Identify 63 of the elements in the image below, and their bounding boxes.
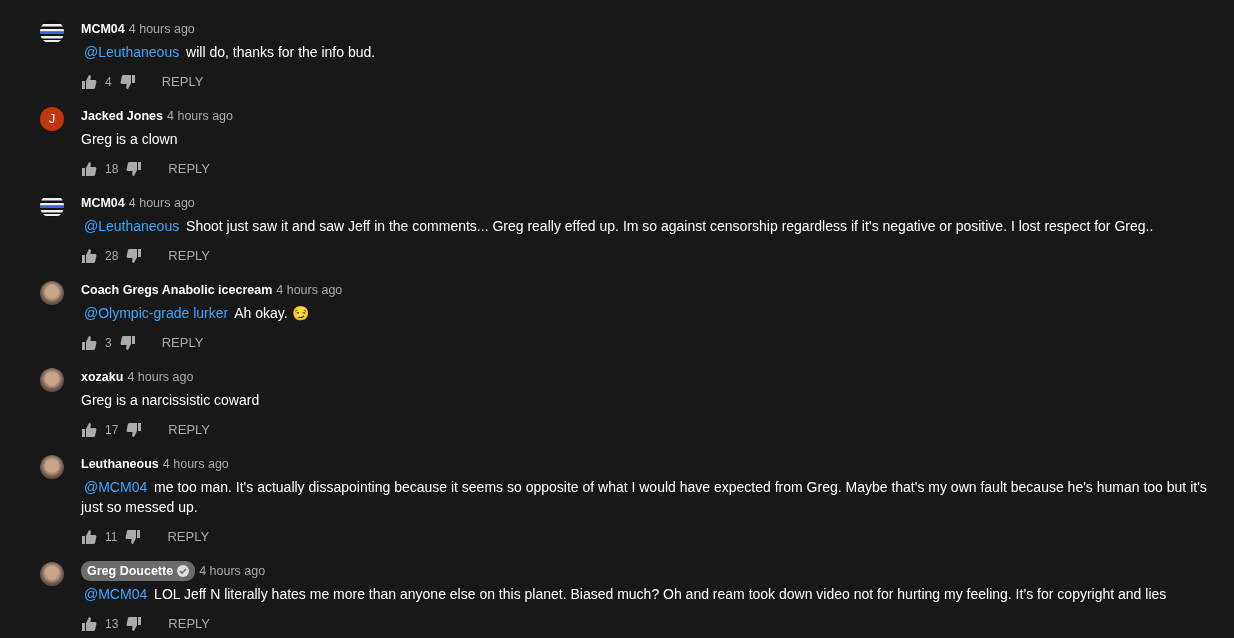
mention-link[interactable]: @MCM04 xyxy=(81,586,151,602)
thumbs-down-icon[interactable] xyxy=(126,248,143,264)
thumbs-down-icon[interactable] xyxy=(126,422,143,438)
thumbs-up-icon[interactable] xyxy=(81,616,97,632)
like-count: 11 xyxy=(105,529,118,546)
like-count: 17 xyxy=(105,422,119,439)
verified-check-icon xyxy=(177,565,190,577)
author-name[interactable]: xozaku xyxy=(81,367,124,387)
thumbs-down-icon[interactable] xyxy=(126,161,143,177)
like-count: 3 xyxy=(105,335,112,352)
reply-button[interactable]: REPLY xyxy=(153,68,212,96)
thumbs-up-icon[interactable] xyxy=(81,161,97,177)
reply-button[interactable]: REPLY xyxy=(159,523,218,551)
timestamp[interactable]: 4 hours ago xyxy=(127,367,194,387)
thumbs-up-icon[interactable] xyxy=(81,74,97,90)
thumbs-up-icon[interactable] xyxy=(81,422,97,438)
comment-text: @Olympic-grade lurker Ah okay. 😏 xyxy=(81,303,1210,323)
author-name[interactable]: Jacked Jones xyxy=(81,106,163,126)
timestamp[interactable]: 4 hours ago xyxy=(128,19,195,39)
timestamp[interactable]: 4 hours ago xyxy=(162,454,229,474)
author-name[interactable]: MCM04 xyxy=(81,19,125,39)
thumbs-down-icon[interactable] xyxy=(126,616,143,632)
reply-button[interactable]: REPLY xyxy=(160,610,219,638)
avatar-photo-placeholder[interactable] xyxy=(40,562,64,586)
striped-flag-avatar[interactable] xyxy=(40,20,64,44)
thumbs-up-icon[interactable] xyxy=(81,248,97,264)
thumbs-down-icon[interactable] xyxy=(119,74,136,90)
reply-button[interactable]: REPLY xyxy=(153,329,212,357)
avatar-photo-placeholder[interactable] xyxy=(40,368,64,392)
reply-button[interactable]: REPLY xyxy=(160,242,219,270)
channel-owner-badge[interactable]: Greg Doucette xyxy=(81,560,196,582)
mention-link[interactable]: @MCM04 xyxy=(81,479,151,495)
timestamp[interactable]: 4 hours ago xyxy=(276,280,343,300)
comment-text: @MCM04 LOL Jeff N literally hates me more than anyone else on this planet. Biased much? Oh and ream took down video not for hurting my feeling. It’s for copyright and lies xyxy=(81,584,1210,604)
comment-text: @MCM04 me too man. It's actually dissapointing because it seems so opposite of what I would have expected from Greg. Maybe that's my own fault because he's human too but it's just so messed up. xyxy=(81,478,1208,517)
reply-button[interactable]: REPLY xyxy=(160,416,219,444)
like-count: 13 xyxy=(105,616,119,633)
like-count: 18 xyxy=(105,161,119,178)
comment-text: Greg is a clown xyxy=(81,130,179,149)
author-name[interactable]: Coach Gregs Anabolic icecream xyxy=(81,280,273,300)
mention-link[interactable]: @Leuthaneous xyxy=(81,44,183,60)
mention-link[interactable]: @Olympic-grade lurker xyxy=(81,305,232,321)
like-count: 4 xyxy=(105,74,112,91)
timestamp[interactable]: 4 hours ago xyxy=(128,193,195,213)
timestamp[interactable]: 4 hours ago xyxy=(167,106,234,126)
mention-link[interactable]: @Leuthaneous xyxy=(81,218,183,234)
timestamp[interactable]: 4 hours ago xyxy=(199,561,266,581)
author-name[interactable]: MCM04 xyxy=(81,193,125,213)
avatar-photo-placeholder[interactable] xyxy=(40,281,64,305)
avatar-photo-placeholder[interactable] xyxy=(40,455,64,479)
author-name[interactable]: Leuthaneous xyxy=(81,454,159,474)
author-name[interactable]: Greg Doucette xyxy=(87,561,174,581)
thumbs-up-icon[interactable] xyxy=(81,529,97,545)
letter-avatar[interactable]: J xyxy=(40,107,64,131)
reply-button[interactable]: REPLY xyxy=(160,155,219,183)
comment-text: @Leuthaneous Shoot just saw it and saw Jeff in the comments... Greg really effed up. Im so against censorship regardless if it’s negative or positive. I lost respect for Greg.. xyxy=(81,216,1210,236)
thumbs-down-icon[interactable] xyxy=(119,335,136,351)
comment-text: Greg is a narcissistic coward xyxy=(81,391,261,410)
thumbs-up-icon[interactable] xyxy=(81,335,97,351)
like-count: 28 xyxy=(105,248,119,265)
striped-flag-avatar[interactable] xyxy=(40,194,64,218)
comment-text: @Leuthaneous will do, thanks for the info bud. xyxy=(81,42,1210,62)
thumbs-down-icon[interactable] xyxy=(125,529,142,545)
